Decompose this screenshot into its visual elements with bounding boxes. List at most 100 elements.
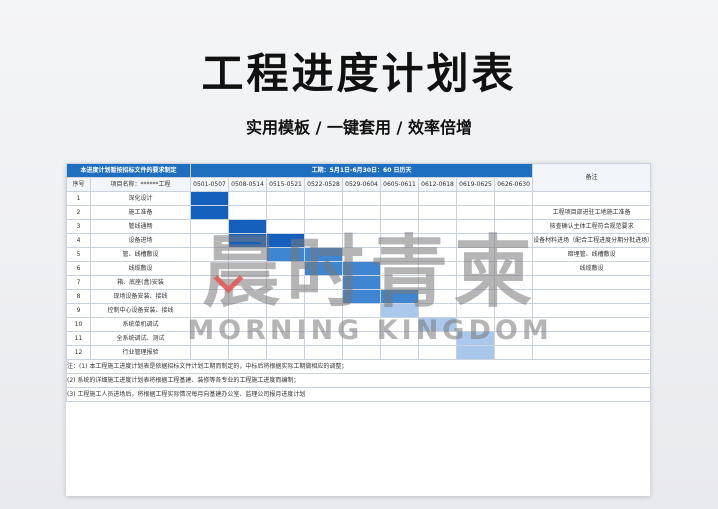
period-cell [304,205,344,220]
period-header: 0626-0630 [494,177,534,192]
period-cell [456,191,496,206]
gantt-bar-cell [190,191,230,206]
period-header: 0522-0528 [304,177,344,192]
period-cell [456,261,496,276]
period-cell [494,191,534,206]
period-header: 0612-0618 [418,177,458,192]
period-cell [418,191,458,206]
period-cell [380,331,420,346]
gantt-bar-cell [266,247,306,262]
period-cell [228,289,268,304]
table-row: 10 系统单机调试 [66,317,652,332]
period-cell [228,261,268,276]
gantt-bar-cell [418,317,458,332]
period-cell [228,275,268,290]
period-cell [228,345,268,360]
period-header: 0619-0625 [456,177,496,192]
gantt-bar-cell [190,205,230,220]
gantt-bar-cell [380,289,420,304]
period-cell [228,303,268,318]
period-cell [342,317,382,332]
period-cell [190,289,230,304]
period-cell [266,219,306,234]
period-cell [456,205,496,220]
row-number: 8 [66,289,91,304]
task-remark: 线缆敷设 [532,261,652,276]
notes-row: (2) 系统的详细施工进度计划表将根据工程基建、装修等各专业的工程施工进度而编制… [65,373,652,388]
period-cell [190,247,230,262]
row-number: 2 [66,205,91,220]
period-cell [456,317,496,332]
period-cell [494,331,534,346]
plan-basis-header: 本进度计划暂按招标文件的要求制定 [65,163,192,178]
period-cell [418,289,458,304]
period-cell [494,247,534,262]
period-cell [342,345,382,360]
table-row: 5 管、线槽敷设 暗埋管、线槽敷设 [66,247,652,262]
table-row: 6 线缆敷设 线缆敷设 [66,261,652,276]
period-cell [380,205,420,220]
gantt-bar-cell [456,345,496,360]
period-cell [228,317,268,332]
table-row: 7 箱、底座(盒)安装 [66,275,652,290]
task-name: 施工准备 [89,205,192,220]
task-remark [532,317,652,332]
period-cell [380,191,420,206]
task-remark [532,191,652,206]
period-cell [266,191,306,206]
period-cell [304,275,344,290]
gantt-bar-cell [304,247,344,262]
period-cell [228,205,268,220]
task-name: 深化设计 [89,191,192,206]
period-header: 0515-0521 [266,177,306,192]
period-cell [342,233,382,248]
task-remark: 核查确认主体工程符合规范要求 [532,219,652,234]
period-cell [266,345,306,360]
task-name: 箱、底座(盒)安装 [89,275,192,290]
task-remark: 暗埋管、线槽敷设 [532,247,652,262]
seq-header: 序号 [66,177,91,192]
period-cell [418,233,458,248]
gantt-bar-cell [342,289,382,304]
gantt-bar-cell [304,261,344,276]
period-cell [418,345,458,360]
period-cell [418,275,458,290]
period-cell [494,219,534,234]
table-row: 1 深化设计 [66,191,652,206]
period-cell [380,275,420,290]
task-remark: 工程项目部进驻工地施工准备 [532,205,652,220]
notes-row: (3) 工程施工人员进场后，将根据工程实际情况每月向基建办公室、监理公司报月进度… [65,387,652,402]
row-number: 11 [66,331,91,346]
schedule-note: (2) 系统的详细施工进度计划表将根据工程基建、装修等各专业的工程施工进度而编制… [65,373,652,388]
period-cell [418,247,458,262]
table-row: 4 设备进场 设备材料进场（配合工程进度分期分批进场） [66,233,652,248]
table-row: 12 行业管理报验 [66,345,652,360]
period-cell [190,219,230,234]
period-cell [190,261,230,276]
period-cell [304,331,344,346]
task-name: 全系统调试、测试 [89,331,192,346]
gantt-table: 本进度计划暂按招标文件的要求制定 工期：5月1日-6月30日：60 日历天 备注… [65,163,652,402]
period-cell [342,247,382,262]
page-subtitle: 实用模板 / 一键套用 / 效率倍增 [246,118,472,137]
period-cell [304,317,344,332]
duration-header: 工期：5月1日-6月30日：60 日历天 [190,163,534,178]
task-name: 设备进场 [89,233,192,248]
period-cell [228,191,268,206]
period-cell [266,205,306,220]
gantt-bar-cell [266,233,306,248]
notes-row: 注：(1) 本工程施工进度计划表是依据招标文件计划工期而制定的，中标后将根据实际… [65,359,652,374]
period-cell [342,191,382,206]
period-cell [418,331,458,346]
table-row: 2 施工准备 工程项目部进驻工地施工准备 [66,205,652,220]
period-cell [190,303,230,318]
gantt-bar-cell [456,331,496,346]
period-cell [494,289,534,304]
task-name: 现场设备安装、接线 [89,289,192,304]
period-cell [190,345,230,360]
period-cell [380,317,420,332]
period-cell [380,345,420,360]
period-cell [494,233,534,248]
period-header: 0605-0611 [380,177,420,192]
gantt-bar-cell [228,233,268,248]
